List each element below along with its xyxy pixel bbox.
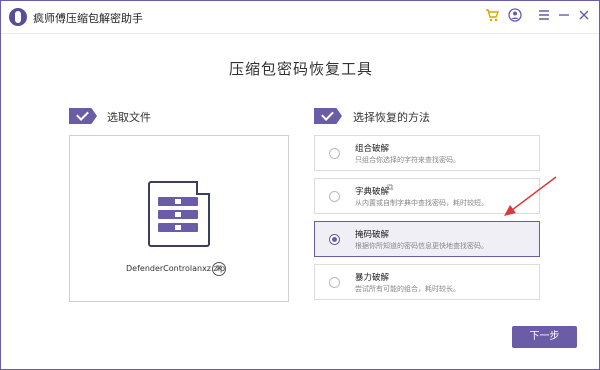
user-icon[interactable]	[506, 8, 524, 26]
radio-button[interactable]	[329, 148, 340, 159]
radio-button[interactable]	[329, 191, 340, 202]
page-title: 压缩包密码恢复工具	[228, 60, 373, 78]
method-title: 掩码破解	[355, 230, 390, 240]
radio-button[interactable]	[329, 234, 340, 245]
method-description: 根据你所知道的密码信息更快地查找密码。	[355, 242, 488, 250]
step-check-icon	[314, 108, 342, 124]
step-check-icon	[69, 108, 97, 124]
copy-icon[interactable]: ⧉	[387, 183, 393, 193]
step-select-method-label: 选择恢复的方法	[353, 111, 430, 124]
method-title: 组合破解	[355, 144, 390, 154]
remove-file-icon[interactable]: ✕	[212, 262, 226, 276]
method-description: 尝试所有可能的组合，耗时较长。	[355, 285, 460, 293]
app-window: 疯师傅压缩包解密助手 压缩包密码恢复工具 选取文件 选择恢复的方法 Defend…	[0, 0, 600, 370]
method-description: 只组合你选择的字符来查找密码。	[355, 156, 460, 164]
file-name: DefenderControlanxz.zip	[126, 264, 226, 273]
app-title: 疯师傅压缩包解密助手	[33, 12, 143, 25]
close-icon[interactable]	[575, 8, 593, 26]
method-title: 字典破解	[355, 187, 390, 197]
minimize-icon[interactable]	[555, 8, 573, 26]
radio-button[interactable]	[329, 277, 340, 288]
method-title: 暴力破解	[355, 273, 390, 283]
cart-icon[interactable]	[483, 8, 501, 26]
title-bar: 疯师傅压缩包解密助手	[1, 1, 599, 34]
method-description: 从内置或自制字典中查找密码，耗时较短。	[355, 199, 488, 207]
menu-icon[interactable]	[535, 8, 553, 26]
method-option-brute-force[interactable]: 暴力破解 尝试所有可能的组合，耗时较长。	[314, 264, 540, 300]
file-drop-area[interactable]: DefenderControlanxz.zip ✕	[69, 135, 289, 302]
next-button[interactable]: 下一步	[512, 326, 577, 348]
method-option-mask[interactable]: 掩码破解 根据你所知道的密码信息更快地查找密码。	[314, 221, 540, 257]
annotation-arrow-icon	[504, 176, 557, 216]
step-select-file-label: 选取文件	[107, 111, 151, 124]
app-logo-icon	[9, 8, 27, 26]
zip-file-icon	[148, 181, 210, 247]
method-option-combination[interactable]: 组合破解 只组合你选择的字符来查找密码。	[314, 135, 540, 171]
